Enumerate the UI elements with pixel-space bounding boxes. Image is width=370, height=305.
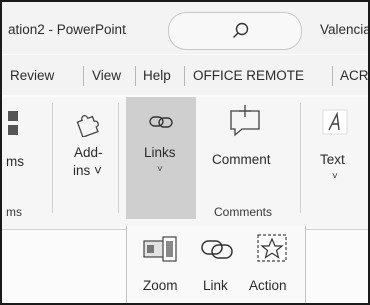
- action-star-icon: [257, 234, 287, 262]
- text-label: Text: [320, 152, 345, 167]
- group-separator: [300, 103, 301, 213]
- chevron-down-icon: ˅: [332, 171, 338, 182]
- slide-area: [304, 230, 368, 303]
- tab-separator: [184, 66, 185, 86]
- text-button[interactable]: Text ˅: [308, 97, 364, 197]
- tab-office-remote[interactable]: OFFICE REMOTE: [193, 68, 304, 83]
- text-icon: [322, 109, 348, 135]
- link-label: Link: [203, 278, 228, 293]
- comment-icon: [230, 105, 260, 137]
- search-icon: [233, 22, 249, 38]
- addins-button[interactable]: Add- ins ˅: [60, 97, 116, 197]
- tab-view[interactable]: View: [92, 68, 121, 83]
- dropdown-item-link[interactable]: Link: [191, 226, 243, 303]
- tab-review[interactable]: Review: [10, 68, 54, 83]
- slide-area: [2, 230, 126, 303]
- group-label-forms: ms: [6, 205, 22, 219]
- tab-separator: [332, 66, 333, 86]
- window-title: ation2 - PowerPoint: [8, 22, 126, 37]
- link-chain-icon: [149, 116, 173, 128]
- tab-separator: [83, 66, 84, 86]
- group-separator: [118, 103, 119, 213]
- powerpoint-window: ation2 - PowerPoint Valencia N Review Vi…: [0, 0, 370, 305]
- addins-icon: [76, 115, 99, 137]
- group-separator: [52, 103, 53, 213]
- tab-help[interactable]: Help: [143, 68, 171, 83]
- zoom-icon: [143, 236, 177, 262]
- ribbon-tabs: Review View Help OFFICE REMOTE ACR: [2, 55, 368, 95]
- forms-icon: [8, 111, 18, 135]
- group-label-comments: Comments: [214, 205, 273, 219]
- links-dropdown-menu: Zoom Link Action: [126, 226, 306, 303]
- links-label: Links: [144, 145, 176, 160]
- comment-label: Comment: [212, 152, 271, 167]
- title-bar: ation2 - PowerPoint Valencia N: [2, 2, 368, 54]
- action-label: Action: [249, 278, 287, 293]
- addins-label-line2: ins ˅: [73, 163, 102, 178]
- forms-button-label[interactable]: ms: [6, 154, 24, 169]
- ribbon: ms ms Add- ins ˅ Links ˅ Comment Comment…: [2, 97, 368, 230]
- link-icon: [201, 240, 233, 259]
- dropdown-item-zoom[interactable]: Zoom: [131, 226, 189, 303]
- addins-label-line1: Add-: [74, 145, 103, 160]
- dropdown-item-action[interactable]: Action: [245, 226, 303, 303]
- tab-acrobat[interactable]: ACR: [340, 68, 368, 83]
- chevron-down-icon: ˅: [157, 164, 163, 175]
- zoom-label: Zoom: [143, 278, 178, 293]
- user-name[interactable]: Valencia N: [320, 22, 368, 37]
- tab-separator: [135, 66, 136, 86]
- comment-button[interactable]: Comment: [202, 97, 288, 197]
- search-box[interactable]: [168, 12, 302, 50]
- links-button[interactable]: Links ˅: [126, 97, 196, 219]
